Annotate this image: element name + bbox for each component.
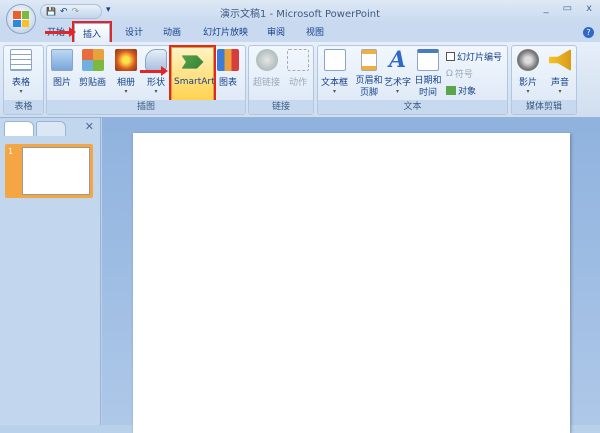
header-footer-button[interactable]: 页眉和页脚 xyxy=(354,49,384,99)
omega-icon: Ω xyxy=(446,68,453,79)
tab-review[interactable]: 审阅 xyxy=(267,25,285,38)
ribbon: 表格 ▾ 表格 图片 剪贴画 相册 ▾ 形状 ▾ SmartArt 图表 插图 超链接… xyxy=(0,42,600,118)
red-arrow-tab xyxy=(45,27,76,37)
group-label: 插图 xyxy=(47,100,245,114)
table-icon xyxy=(10,49,32,71)
chart-button[interactable]: 图表 xyxy=(217,49,239,88)
group-illustrations: 图片 剪贴画 相册 ▾ 形状 ▾ SmartArt 图表 插图 xyxy=(46,45,246,115)
table-button[interactable]: 表格 ▾ xyxy=(10,49,32,95)
action-button[interactable]: 动作 xyxy=(287,49,309,88)
undo-icon[interactable]: ↶ xyxy=(60,7,68,17)
chart-icon xyxy=(217,49,239,71)
slide-thumbnail[interactable]: 1 xyxy=(5,144,93,198)
album-button[interactable]: 相册 ▾ xyxy=(115,49,137,95)
title-bar: 演示文稿1 - Microsoft PowerPoint 💾 ↶ ↷ ▾ _ ▭… xyxy=(0,0,600,22)
movie-button[interactable]: 影片 ▾ xyxy=(517,49,539,95)
slide-editor xyxy=(102,118,600,433)
sound-button[interactable]: 声音 ▾ xyxy=(549,49,571,95)
tab-slideshow[interactable]: 幻灯片放映 xyxy=(203,25,248,38)
object-icon xyxy=(446,86,456,95)
group-label: 媒体剪辑 xyxy=(512,100,576,114)
group-text: 文本框 ▾ 页眉和页脚 A 艺术字 ▾ 日期和时间 幻灯片编号 Ω 符号 对象 文本 xyxy=(317,45,508,115)
action-icon xyxy=(287,49,309,71)
picture-button[interactable]: 图片 xyxy=(51,49,73,88)
close-pane-icon[interactable]: ✕ xyxy=(85,120,94,133)
slide-number-icon xyxy=(446,52,455,61)
textbox-icon xyxy=(323,49,346,71)
wordart-icon: A xyxy=(388,47,407,73)
tab-design[interactable]: 设计 xyxy=(125,25,143,38)
picture-icon xyxy=(51,49,73,71)
group-label: 链接 xyxy=(249,100,313,114)
clipart-icon xyxy=(81,49,104,71)
tab-insert[interactable]: 插入 xyxy=(71,21,113,44)
quick-access-toolbar: 💾 ↶ ↷ xyxy=(40,4,102,19)
object-button[interactable]: 对象 xyxy=(446,84,476,97)
redo-icon[interactable]: ↷ xyxy=(72,7,80,17)
calendar-icon xyxy=(417,49,439,71)
speaker-icon xyxy=(549,49,571,71)
tab-outline[interactable] xyxy=(36,121,66,136)
film-reel-icon xyxy=(517,49,539,71)
thumbnail-preview xyxy=(22,147,90,195)
office-button[interactable] xyxy=(6,4,36,34)
qat-more-icon[interactable]: ▾ xyxy=(106,5,111,15)
tab-view[interactable]: 视图 xyxy=(306,25,324,38)
symbol-button[interactable]: Ω 符号 xyxy=(446,67,473,81)
album-icon xyxy=(115,49,137,71)
ribbon-tabs: 开始 插入 设计 动画 幻灯片放映 审阅 视图 ? xyxy=(0,21,600,44)
header-footer-icon xyxy=(361,49,377,71)
office-logo-icon xyxy=(13,11,29,27)
tab-slides[interactable] xyxy=(4,121,34,136)
wordart-button[interactable]: A 艺术字 ▾ xyxy=(384,49,411,95)
help-icon[interactable]: ? xyxy=(583,27,594,38)
slide-number: 1 xyxy=(8,147,14,156)
hyperlink-button[interactable]: 超链接 xyxy=(253,49,280,88)
slide-number-button[interactable]: 幻灯片编号 xyxy=(446,50,502,63)
clipart-button[interactable]: 剪贴画 xyxy=(79,49,106,88)
group-table: 表格 ▾ 表格 xyxy=(3,45,44,115)
group-links: 超链接 动作 链接 xyxy=(248,45,314,115)
datetime-button[interactable]: 日期和时间 xyxy=(414,49,442,99)
textbox-button[interactable]: 文本框 ▾ xyxy=(321,49,348,95)
smartart-icon xyxy=(181,55,204,69)
maximize-button[interactable]: ▭ xyxy=(563,3,572,14)
group-media: 影片 ▾ 声音 ▾ 媒体剪辑 xyxy=(511,45,577,115)
group-label: 文本 xyxy=(318,100,507,114)
globe-icon xyxy=(255,49,278,71)
save-icon[interactable]: 💾 xyxy=(46,7,56,16)
red-arrow-smartart xyxy=(140,66,168,76)
smartart-button[interactable]: SmartArt xyxy=(169,45,216,103)
slides-pane: ✕ 1 xyxy=(0,118,101,425)
close-button[interactable]: x xyxy=(586,3,592,14)
tab-animation[interactable]: 动画 xyxy=(163,25,181,38)
group-label: 表格 xyxy=(4,100,43,114)
minimize-button[interactable]: _ xyxy=(544,3,549,14)
slide-canvas[interactable] xyxy=(133,133,570,433)
